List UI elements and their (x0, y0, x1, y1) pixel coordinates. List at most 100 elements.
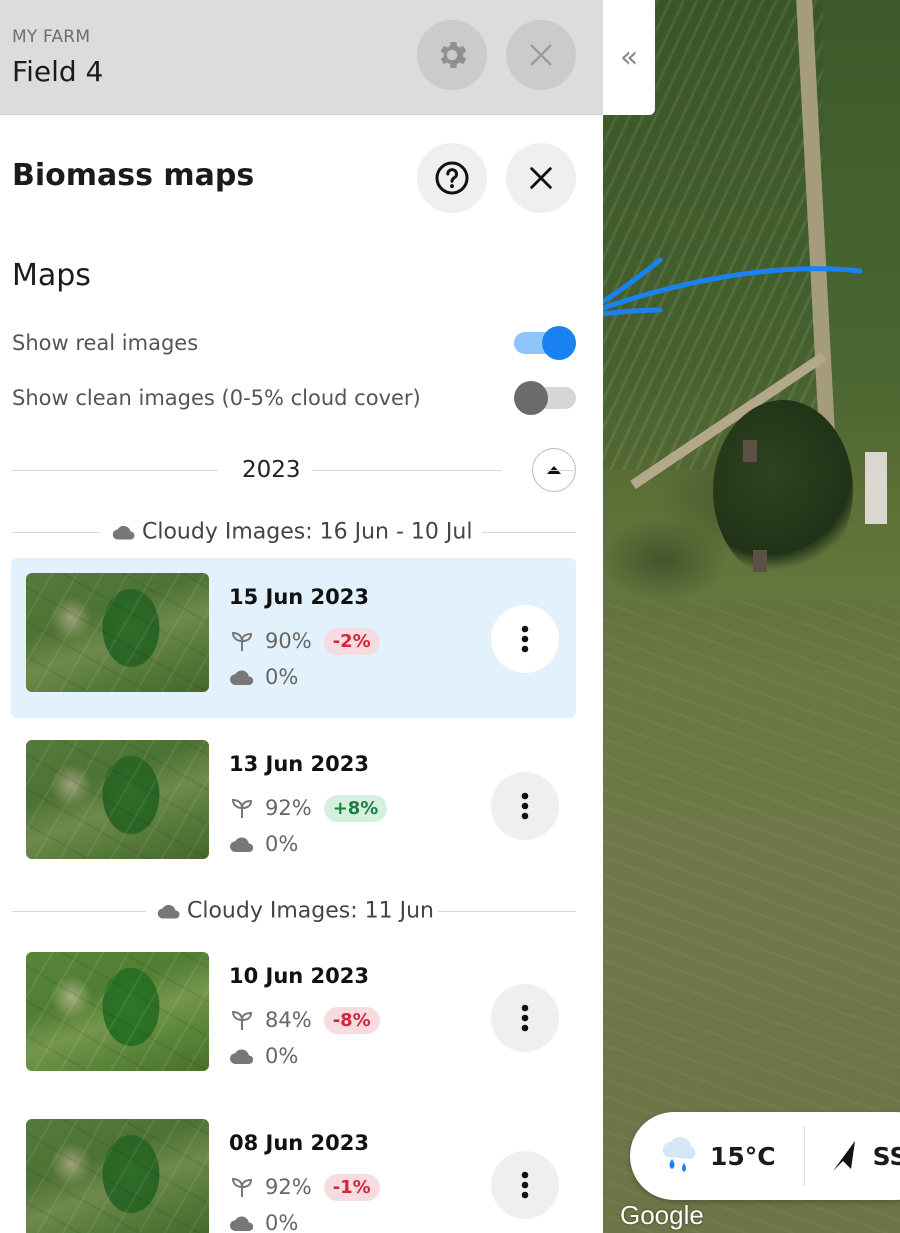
divider-line (438, 911, 576, 912)
cloud-metric: 0% (229, 1208, 298, 1233)
toggle-knob (542, 326, 576, 360)
cloudy-group-divider: Cloudy Images: 11 Jun (12, 891, 576, 931)
sprout-icon (229, 630, 255, 652)
clean-images-toggle[interactable] (514, 381, 576, 415)
maps-heading: Maps (12, 258, 91, 293)
image-options-button[interactable] (491, 1151, 559, 1219)
cloud-value: 0% (265, 832, 299, 856)
satellite-map[interactable] (603, 0, 900, 1233)
image-date: 08 Jun 2023 (229, 1131, 370, 1155)
farm-building (753, 550, 767, 572)
kebab-menu-icon (521, 1004, 529, 1032)
field-name: Field 4 (12, 55, 104, 88)
navigation-arrow-icon (832, 1141, 855, 1171)
image-date: 13 Jun 2023 (229, 752, 370, 776)
biomass-metric: 92% +8% (229, 793, 388, 823)
panel-title: Biomass maps (12, 158, 255, 193)
cloud-icon (229, 1215, 255, 1232)
biomass-value: 92% (265, 1175, 312, 1199)
image-date: 10 Jun 2023 (229, 964, 370, 988)
cloudy-group-label: Cloudy Images: 16 Jun - 10 Jul (112, 520, 472, 545)
cloud-value: 0% (265, 665, 299, 689)
real-images-toggle[interactable] (514, 326, 576, 360)
divider-line (12, 911, 146, 912)
help-circle-icon (435, 161, 469, 195)
biomass-value: 84% (265, 1008, 312, 1032)
field-thumbnail (26, 740, 209, 859)
gear-icon (440, 41, 467, 69)
toggle-label: Show real images (12, 331, 199, 355)
field-header: MY FARM Field 4 (0, 0, 603, 115)
cloud-value: 0% (265, 1211, 299, 1233)
cloudy-group-divider: Cloudy Images: 16 Jun - 10 Jul (12, 512, 576, 552)
panel-title-row: Biomass maps (0, 143, 603, 213)
image-card[interactable]: 13 Jun 2023 92% +8% 0% (11, 725, 576, 885)
rain-cloud-icon (658, 1135, 700, 1177)
cloud-value: 0% (265, 1044, 299, 1068)
sprout-icon (229, 1176, 255, 1198)
kebab-menu-icon (521, 625, 529, 653)
kebab-menu-icon (521, 792, 529, 820)
year-divider: 2023 (12, 448, 576, 492)
field-thumbnail (26, 952, 209, 1071)
tree-cluster (713, 400, 853, 580)
image-card[interactable]: 10 Jun 2023 84% -8% 0% (11, 937, 576, 1097)
collapse-panel-button[interactable]: « (603, 0, 655, 115)
cloudy-group-label: Cloudy Images: 11 Jun (157, 899, 434, 924)
field-thumbnail (26, 1119, 209, 1233)
cloud-metric: 0% (229, 829, 298, 859)
cloudy-group-text: Cloudy Images: 11 Jun (187, 898, 434, 924)
farm-label: MY FARM (12, 27, 91, 47)
divider-line (12, 532, 100, 533)
farm-building (743, 440, 757, 462)
change-badge: -2% (323, 627, 380, 655)
google-attribution: Google (620, 1200, 704, 1230)
change-badge: +8% (323, 794, 388, 822)
weather-separator (803, 1126, 805, 1186)
cloud-icon (157, 904, 180, 919)
close-panel-button[interactable] (506, 143, 576, 213)
settings-button[interactable] (417, 20, 487, 90)
cloud-icon (229, 669, 255, 686)
double-chevron-left-icon: « (619, 40, 639, 75)
cloud-icon (229, 1048, 255, 1065)
cloudy-group-text: Cloudy Images: 16 Jun - 10 Jul (142, 519, 473, 545)
divider-line (12, 470, 218, 471)
cloud-icon (229, 836, 255, 853)
change-badge: -1% (323, 1173, 380, 1201)
image-options-button[interactable] (491, 984, 559, 1052)
close-icon (530, 44, 552, 66)
temperature-value: 15°C (710, 1141, 776, 1171)
farm-building (865, 452, 887, 524)
image-card[interactable]: 15 Jun 2023 90% -2% 0% (11, 558, 576, 718)
biomass-value: 92% (265, 796, 312, 820)
divider-line (547, 470, 576, 471)
close-icon (530, 167, 552, 189)
cloud-metric: 0% (229, 662, 298, 692)
image-card[interactable]: 08 Jun 2023 92% -1% 0% (11, 1104, 576, 1233)
divider-line (312, 470, 502, 471)
image-date: 15 Jun 2023 (229, 585, 370, 609)
image-options-button[interactable] (491, 772, 559, 840)
toggle-row-clean-images: Show clean images (0-5% cloud cover) (12, 381, 576, 415)
annotation-arrow (569, 257, 863, 322)
help-button[interactable] (417, 143, 487, 213)
kebab-menu-icon (521, 1171, 529, 1199)
sprout-icon (229, 1009, 255, 1031)
sprout-icon (229, 797, 255, 819)
field-thumbnail (26, 573, 209, 692)
image-options-button[interactable] (491, 605, 559, 673)
cloud-icon (112, 525, 135, 540)
close-field-button[interactable] (506, 20, 576, 90)
wind-direction-value: SSV (872, 1141, 900, 1171)
change-badge: -8% (323, 1006, 380, 1034)
toggle-label: Show clean images (0-5% cloud cover) (12, 386, 421, 410)
biomass-value: 90% (265, 629, 312, 653)
toggle-knob (514, 381, 548, 415)
year-label: 2023 (242, 457, 301, 483)
weather-widget[interactable]: 15°C SSV (630, 1112, 900, 1200)
cloud-metric: 0% (229, 1041, 298, 1071)
biomass-metric: 84% -8% (229, 1005, 380, 1035)
toggle-row-real-images: Show real images (12, 326, 576, 360)
biomass-metric: 92% -1% (229, 1172, 380, 1202)
